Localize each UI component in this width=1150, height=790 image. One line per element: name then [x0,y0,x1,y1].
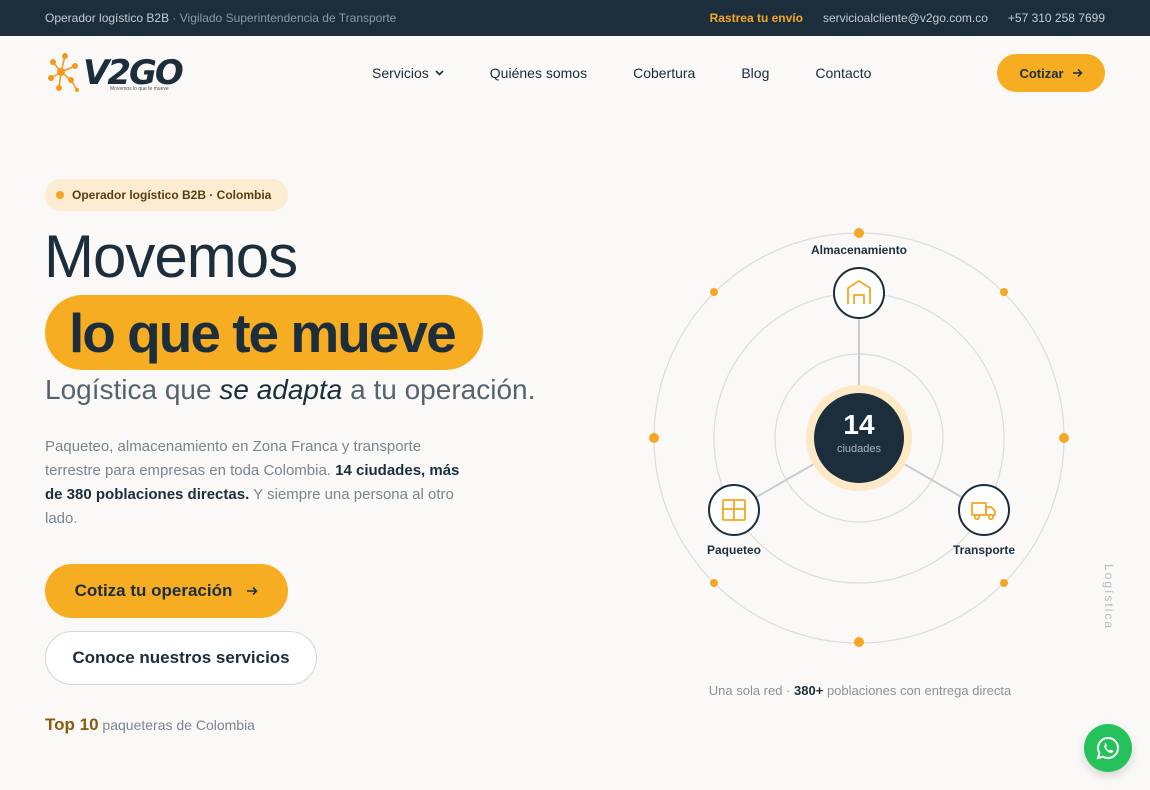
center-number: 14 [843,409,875,440]
arrow-right-icon [1072,68,1083,78]
main-nav: V2GO Movemos lo que te mueve Servicios Q… [0,36,1150,110]
orbit-dot [1059,433,1069,443]
node-almacenamiento [833,267,885,319]
phone-link[interactable]: +57 310 258 7699 [1008,11,1105,25]
tagline-sep: · [169,11,180,25]
orbit-dot [710,288,718,296]
arrow-right-icon [247,586,258,596]
orbit-dot [854,228,864,238]
orbit-dot [854,637,864,647]
nav-item-blog[interactable]: Blog [741,65,769,81]
whatsapp-icon [1096,736,1120,760]
node-transporte [958,484,1010,536]
caption-pre: Una sola red · [708,683,795,698]
cotizar-label: Cotizar [1019,65,1064,81]
hero-title-highlight: lo que te mueve [45,295,483,370]
top10-rest: paqueteras de Colombia [98,717,255,733]
nav-item-quienes-somos[interactable]: Quiénes somos [490,65,587,81]
logo-tagline: Movemos lo que te mueve [110,86,169,92]
chevron-down-icon [435,70,444,76]
logo-mark-icon [48,53,79,92]
hero-highlight-text: lo que te mueve [69,301,457,364]
nav-item-servicios[interactable]: Servicios [372,65,444,81]
top-bar: Operador logístico B2B · Vigilado Superi… [0,0,1150,36]
tagline-extra: Vigilado Superintendencia de Transporte [179,11,397,25]
orbit-dot [649,433,659,443]
cotiza-operacion-button[interactable]: Cotiza tu operación [45,564,288,618]
nav-item-contacto[interactable]: Contacto [815,65,871,81]
whatsapp-button[interactable] [1084,724,1132,772]
orbit-dot [1000,579,1008,587]
network-diagram: 14 ciudades Almacenamiento Paqueteo Tran… [649,228,1069,647]
orbit-dot [710,579,718,587]
caption-post: poblaciones con entrega directa [823,683,1012,698]
top-bar-tagline: Operador logístico B2B · Vigilado Superi… [45,11,710,25]
tagline-main: Operador logístico B2B [45,11,170,25]
node-label-almacenamiento: Almacenamiento [811,243,907,257]
subtitle-emphasis: se adapta [219,374,343,405]
node-label-paqueteo: Paqueteo [707,543,761,557]
nav-item-label: Servicios [372,65,429,81]
subtitle-pre: Logística que [45,374,220,405]
top10-bold: Top 10 [45,715,99,734]
hero-description: Paqueteo, almacenamiento en Zona Franca … [45,435,460,531]
track-shipment-link[interactable]: Rastrea tu envío [710,11,803,25]
hero-subtitle: Logística que se adapta a tu operación. [45,374,535,406]
side-vertical-label: Logística [1102,564,1116,631]
node-label-transporte: Transporte [953,543,1015,557]
hero-title-line1: Movemos [44,223,298,290]
primary-cta-label: Cotiza tu operación [74,581,233,600]
logo[interactable]: V2GO Movemos lo que te mueve [45,48,205,98]
orbit-dot [1000,288,1008,296]
email-link[interactable]: servicioalcliente@v2go.com.co [823,11,988,25]
diagram-caption: Una sola red · 380+ poblaciones con entr… [640,683,1080,698]
center-label: ciudades [837,443,882,455]
top10-claim: Top 10 paqueteras de Colombia [45,715,255,735]
cotizar-button[interactable]: Cotizar [997,54,1105,92]
caption-bold: 380+ [794,683,824,698]
nav-menu: Servicios Quiénes somos Cobertura Blog C… [372,65,871,81]
conoce-servicios-button[interactable]: Conoce nuestros servicios [45,631,317,685]
nav-item-cobertura[interactable]: Cobertura [633,65,695,81]
hero-badge: Operador logístico B2B · Colombia [45,179,288,211]
subtitle-post: a tu operación. [342,374,536,405]
